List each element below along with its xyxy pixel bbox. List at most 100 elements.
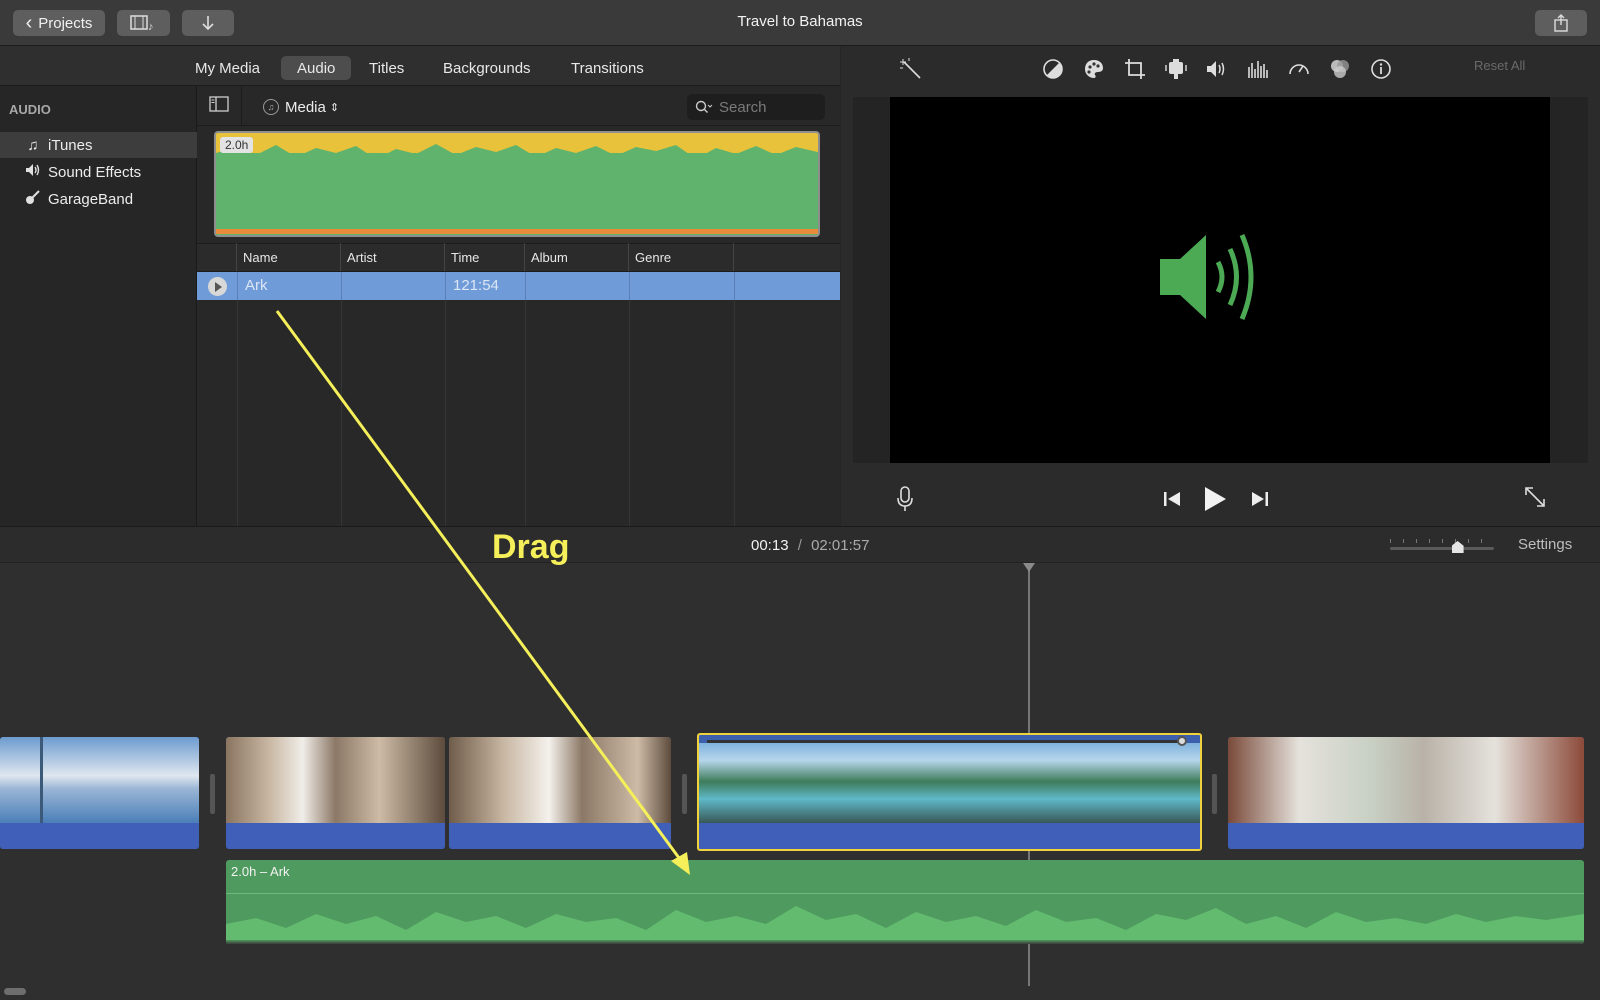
current-time: 00:13 (751, 537, 789, 554)
column-time[interactable]: Time (445, 243, 525, 271)
column-genre[interactable]: Genre (629, 243, 734, 271)
toolbar-divider (241, 86, 242, 126)
audio-browser-content: ♫ Media ⇕ Search 2.0h Name Artist Time A… (197, 86, 840, 526)
video-clip-airplane[interactable] (0, 737, 199, 849)
sidebar-item-label: iTunes (48, 136, 93, 154)
music-circle-icon: ♫ (263, 99, 279, 115)
share-button[interactable] (1535, 10, 1587, 36)
sidebar-heading: AUDIO (9, 102, 51, 117)
waveform-graphic (216, 133, 818, 235)
crop-icon[interactable] (1121, 56, 1149, 82)
clip-gap-handle[interactable] (1212, 774, 1217, 814)
play-preview-button[interactable] (208, 277, 227, 296)
clip-thumbnail (449, 737, 671, 823)
music-note-icon: ♫ (27, 136, 39, 154)
preview-screen (890, 97, 1550, 463)
clip-volume-knob[interactable] (1177, 736, 1187, 746)
column-album[interactable]: Album (525, 243, 629, 271)
skip-forward-button[interactable] (1251, 490, 1269, 513)
clip-gap-handle[interactable] (210, 774, 215, 814)
source-selector[interactable]: ♫ Media ⇕ (263, 96, 339, 118)
microphone-icon (897, 486, 913, 511)
speaker-large-icon (1160, 234, 1254, 320)
tab-my-media[interactable]: My Media (179, 56, 276, 80)
viewer-panel: Reset All (841, 46, 1600, 526)
timeline-header: 00:13 / 02:01:57 Settings (0, 527, 1600, 563)
time-separator: / (797, 537, 802, 554)
sidebar-toggle-icon[interactable] (209, 96, 229, 114)
sidebar-item-sound-effects[interactable]: Sound Effects (0, 159, 197, 185)
tab-audio[interactable]: Audio (281, 56, 352, 80)
clip-filter-icon[interactable] (1326, 56, 1354, 82)
timecode-display: 00:13 / 02:01:57 (751, 537, 869, 554)
total-time: 02:01:57 (811, 537, 870, 554)
video-clip-lobby-1[interactable] (226, 737, 445, 849)
zoom-slider[interactable] (1390, 537, 1494, 555)
fullscreen-button[interactable] (1524, 486, 1546, 513)
cell-time: 121:54 (453, 277, 499, 294)
video-clip-lobby-2[interactable] (449, 737, 671, 849)
speaker-icon (22, 163, 44, 181)
volume-icon[interactable] (1203, 56, 1231, 82)
background-music-clip[interactable]: 2.0h – Ark (226, 860, 1584, 944)
cell-name: Ark (245, 277, 268, 294)
reset-all-button[interactable]: Reset All (1474, 58, 1525, 73)
search-field[interactable]: Search (687, 94, 825, 120)
tab-backgrounds[interactable]: Backgrounds (427, 56, 547, 80)
color-balance-icon[interactable] (1039, 56, 1067, 82)
skip-back-icon (1164, 492, 1180, 506)
browser-toolbar: ♫ Media ⇕ Search (197, 86, 840, 126)
voiceover-button[interactable] (895, 486, 915, 512)
clip-gap-handle[interactable] (682, 774, 687, 814)
video-clip-resort-selected[interactable] (697, 733, 1202, 851)
color-correction-icon[interactable] (1080, 56, 1108, 82)
expand-icon (1525, 487, 1545, 507)
audio-waveform-thumbnail[interactable]: 2.0h (214, 131, 820, 237)
clip-audio-waveform (1228, 823, 1584, 849)
share-icon (1554, 14, 1568, 32)
drag-label: Drag (492, 528, 570, 566)
song-table: Name Artist Time Album Genre Ark 121:54 (197, 243, 840, 526)
settings-button[interactable]: Settings (1518, 536, 1572, 553)
clip-audio-waveform (449, 823, 671, 849)
clip-volume-line[interactable] (707, 740, 1182, 743)
search-placeholder: Search (719, 98, 767, 116)
zoom-slider-ticks (1390, 539, 1494, 543)
updown-chevron-icon: ⇕ (329, 101, 340, 114)
viewer-toolbar: Reset All (841, 46, 1600, 90)
project-title: Travel to Bahamas (737, 13, 863, 30)
speed-icon[interactable] (1285, 56, 1313, 82)
zoom-slider-track (1390, 547, 1494, 550)
clip-thumbnail (0, 737, 199, 823)
playhead-marker[interactable] (1023, 563, 1035, 572)
play-icon (1205, 487, 1226, 511)
clip-thumbnail (1228, 737, 1584, 823)
music-waveform (226, 906, 1584, 944)
play-column-header (197, 243, 237, 271)
media-browser: My Media Audio Titles Backgrounds Transi… (0, 46, 840, 526)
sidebar-item-label: GarageBand (48, 190, 134, 208)
stabilization-icon[interactable] (1162, 56, 1190, 82)
tab-titles[interactable]: Titles (353, 56, 420, 80)
info-icon[interactable] (1367, 56, 1395, 82)
table-row[interactable]: Ark 121:54 (197, 272, 840, 300)
sidebar-item-itunes[interactable]: ♫ iTunes (0, 132, 197, 158)
column-name[interactable]: Name (237, 243, 341, 271)
skip-forward-icon (1252, 492, 1268, 506)
skip-back-button[interactable] (1163, 490, 1181, 513)
duration-badge: 2.0h (220, 137, 254, 153)
sidebar-item-garageband[interactable]: GarageBand (0, 186, 197, 212)
browser-tabs: My Media Audio Titles Backgrounds Transi… (0, 46, 840, 86)
video-clip-entrance[interactable] (1228, 737, 1584, 849)
clip-thumbnail (226, 737, 445, 823)
guitar-icon (22, 189, 44, 209)
noise-reduction-icon[interactable] (1244, 56, 1272, 82)
tab-transitions[interactable]: Transitions (555, 56, 660, 80)
clip-thumbnail (699, 743, 1200, 829)
magic-wand-icon[interactable] (898, 56, 926, 82)
timeline-scrollbar[interactable] (4, 988, 26, 995)
column-artist[interactable]: Artist (341, 243, 445, 271)
search-icon (695, 100, 713, 113)
play-button[interactable] (1203, 486, 1227, 517)
title-bar: ‹ Projects ♪ Travel to Bahamas (0, 0, 1600, 46)
